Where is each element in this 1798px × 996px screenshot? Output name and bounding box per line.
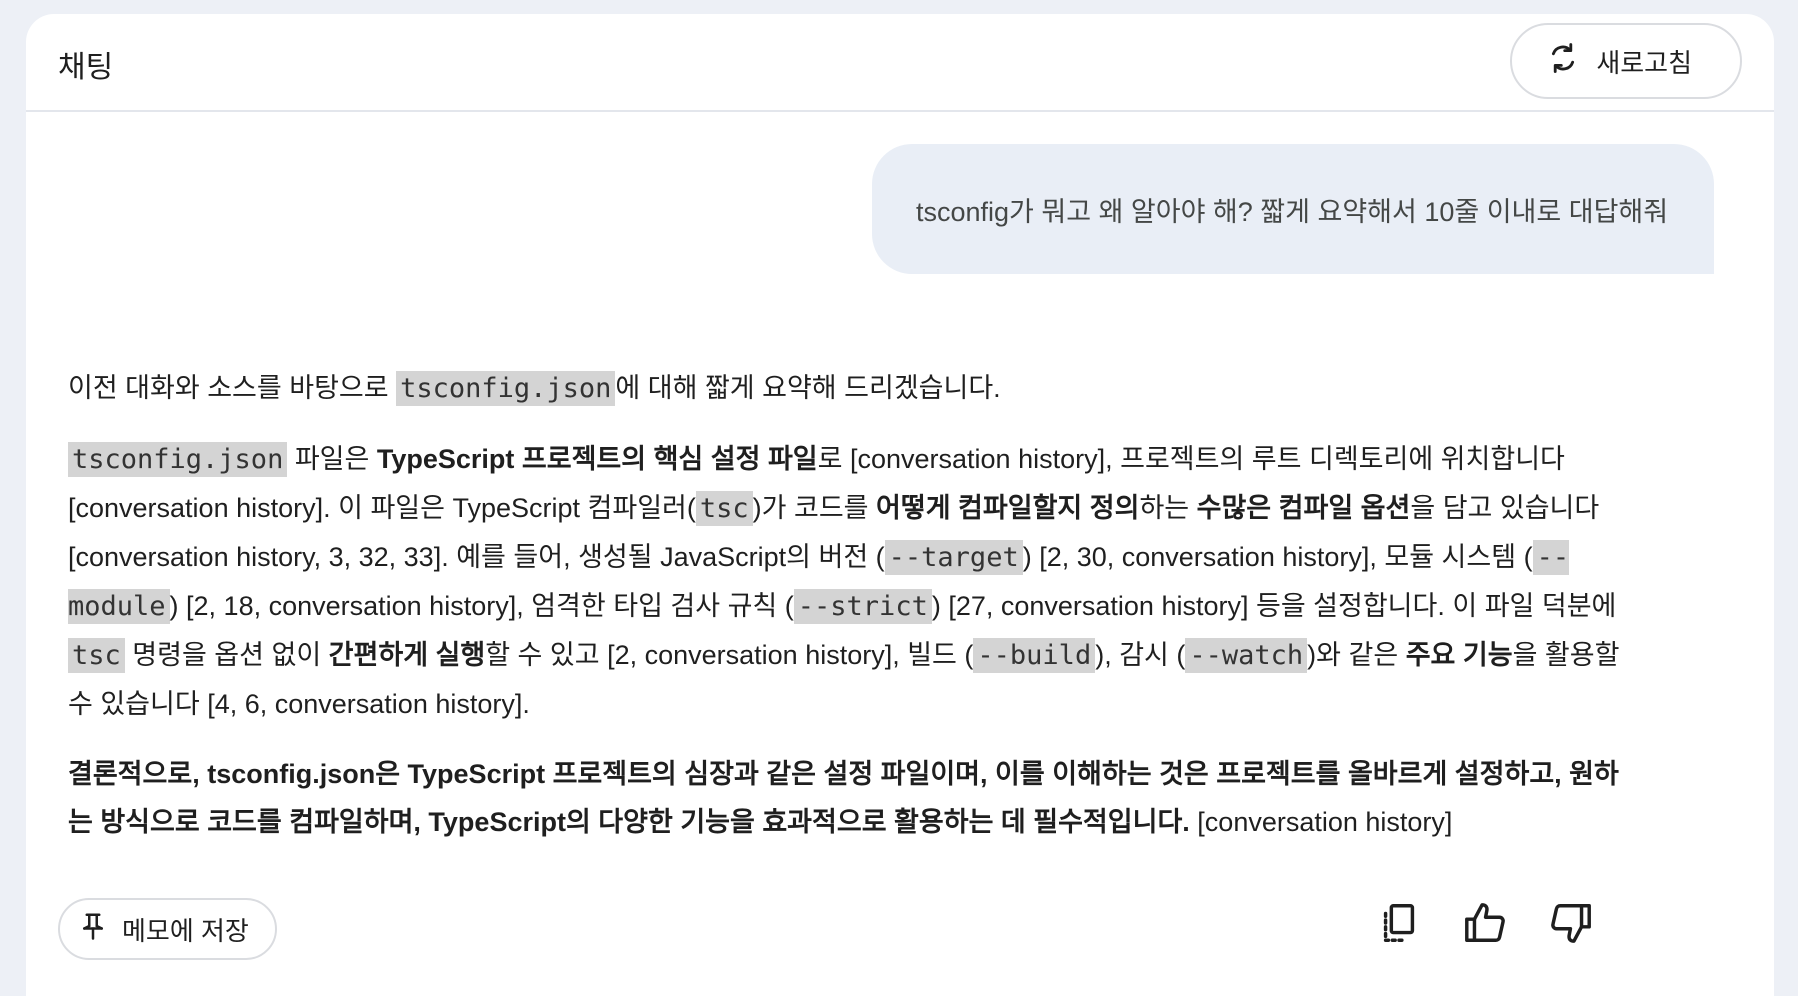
response-text: 명령을 옵션 없이	[124, 640, 329, 670]
chat-panel: 채팅 새로고침 tsconfig가 뭐고 왜 알아야 해? 짧게 요약해서 10…	[26, 14, 1774, 996]
save-to-memo-button[interactable]: 메모에 저장	[58, 898, 277, 960]
copy-icon	[1376, 900, 1422, 951]
thumbs-down-button[interactable]	[1546, 900, 1596, 950]
refresh-label: 새로고침	[1596, 47, 1692, 78]
assistant-response: 이전 대화와 소스를 바탕으로 tsconfig.json 에 대해 짧게 요약해…	[68, 364, 1628, 868]
response-text: 에 대해 짧게 요약해 드리겠습니다.	[615, 373, 1001, 403]
response-text: ), 감시 (	[1095, 640, 1186, 670]
response-text: [conversation history]	[1189, 807, 1453, 837]
inline-code: tsc	[695, 491, 753, 526]
response-paragraph-intro: 이전 대화와 소스를 바탕으로 tsconfig.json 에 대해 짧게 요약해…	[68, 364, 1628, 413]
inline-code: --build	[973, 638, 1096, 673]
refresh-icon	[1546, 41, 1580, 82]
memo-label: 메모에 저장	[122, 915, 249, 946]
thumbs-up-button[interactable]	[1460, 900, 1510, 950]
bold-text: 어떻게 컴파일할지 정의	[876, 493, 1140, 523]
response-paragraph-conclusion: 결론적으로, tsconfig.json은 TypeScript 프로젝트의 심…	[68, 750, 1628, 846]
bold-text: 주요 기능	[1405, 640, 1513, 670]
inline-code: tsc	[68, 638, 125, 673]
refresh-button[interactable]: 새로고침	[1510, 23, 1742, 99]
response-text: 파일은	[287, 444, 377, 474]
bold-text: 간편하게 실행	[328, 640, 486, 670]
copy-button[interactable]	[1374, 900, 1424, 950]
response-text: )가 코드를	[752, 493, 877, 523]
inline-code: --strict	[793, 589, 932, 624]
user-message-text: tsconfig가 뭐고 왜 알아야 해? 짧게 요약해서 10줄 이내로 대답…	[916, 197, 1669, 227]
user-message-bubble: tsconfig가 뭐고 왜 알아야 해? 짧게 요약해서 10줄 이내로 대답…	[872, 144, 1714, 274]
bold-text: 수많은 컴파일 옵션	[1196, 493, 1411, 523]
response-text: 하는	[1139, 493, 1197, 523]
response-text: ) [27, conversation history] 등을 설정합니다. 이…	[931, 591, 1617, 621]
bold-text: TypeScript 프로젝트의 핵심 설정 파일	[376, 444, 818, 474]
response-actions	[1374, 900, 1596, 950]
pin-icon	[78, 911, 108, 948]
inline-code: --target	[884, 540, 1023, 575]
thumbs-down-icon	[1548, 900, 1594, 951]
response-text: ) [2, 30, conversation history], 모듈 시스템 …	[1022, 542, 1533, 572]
inline-code: tsconfig.json	[396, 371, 616, 406]
response-text: ) [2, 18, conversation history], 엄격한 타입 …	[169, 591, 794, 621]
chat-header: 채팅 새로고침	[26, 14, 1774, 112]
response-text: 이전 대화와 소스를 바탕으로	[68, 373, 397, 403]
response-text: )와 같은	[1307, 640, 1406, 670]
response-paragraph-body: tsconfig.json 파일은 TypeScript 프로젝트의 핵심 설정…	[68, 435, 1628, 728]
page-title: 채팅	[58, 51, 114, 84]
thumbs-up-icon	[1462, 900, 1508, 951]
inline-code: --watch	[1185, 638, 1308, 673]
response-text: 할 수 있고 [2, conversation history], 빌드 (	[485, 640, 974, 670]
inline-code: tsconfig.json	[68, 442, 288, 477]
